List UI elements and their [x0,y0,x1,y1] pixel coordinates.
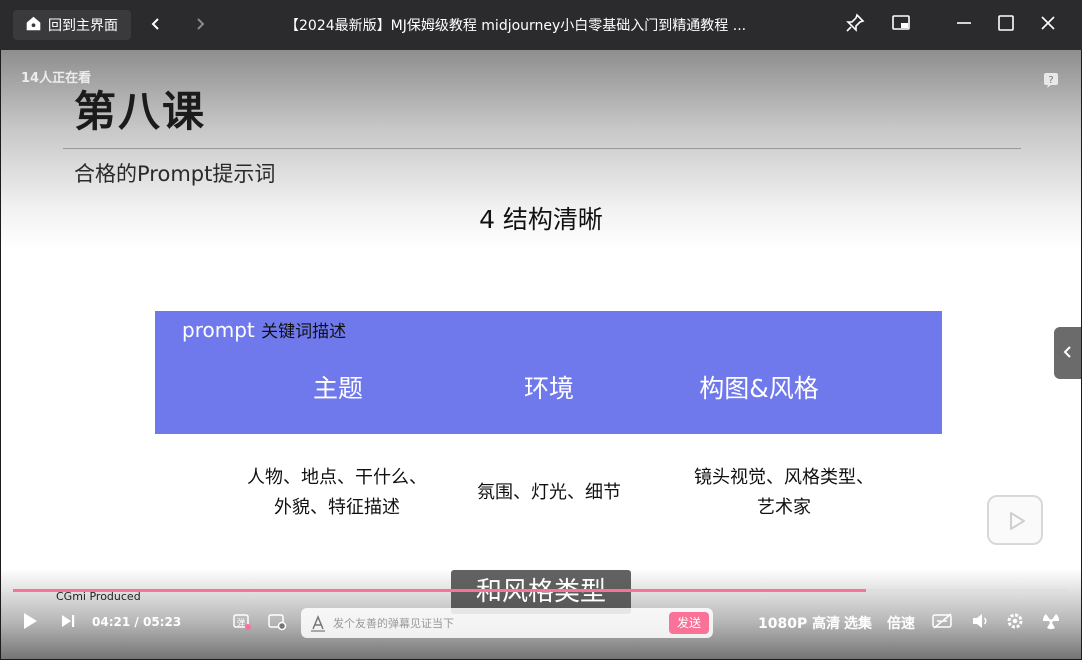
box-label-prefix: prompt [182,318,255,342]
home-button[interactable]: 回到主界面 [13,10,131,40]
category-composition-style: 构图&风格 [699,374,819,403]
danmaku-settings-icon [267,611,287,635]
help-icon[interactable]: ? [1043,72,1059,88]
current-time: 04:21 [92,615,131,629]
text-style-icon[interactable] [309,614,327,632]
chevron-left-icon [149,16,163,35]
total-time: 05:23 [142,615,182,629]
category-environment: 环境 [523,374,574,403]
home-icon [25,15,42,36]
danmaku-toggle-button[interactable]: 弹 [232,610,252,636]
play-button[interactable] [20,610,40,636]
title-bar: 回到主界面 【2024最新版】MJ保姆级教程 midjourney小白零基础入门… [0,0,1082,50]
video-player[interactable]: 14人正在看 ? 第八课 合格的Prompt提示词 4 结构清晰 prompt … [1,50,1081,659]
svg-text:?: ? [1048,75,1053,86]
svg-text:弹: 弹 [237,617,245,627]
danmaku-icon: 弹 [232,611,252,635]
play-icon [20,611,40,635]
skip-next-icon [58,611,78,635]
quality-button[interactable]: 1080P 高清 [758,613,840,633]
category-subject: 主题 [312,374,363,403]
volume-button[interactable] [970,610,990,636]
gear-icon [1005,611,1025,635]
close-icon [1038,13,1058,37]
style-description: 镜头视觉、风格类型、 艺术家 [664,463,904,523]
pin-button[interactable] [841,11,869,39]
box-label: prompt 关键词描述 [182,317,346,342]
style-description-line1: 镜头视觉、风格类型、 [694,467,874,488]
environment-description: 氛围、灯光、细节 [477,482,621,503]
mini-player-button[interactable] [887,11,915,39]
maximize-icon [996,13,1016,37]
subtitle-toggle-button[interactable] [931,610,955,636]
minimize-icon [954,13,974,37]
chevron-left-icon [1061,344,1075,363]
style-description-line2: 艺术家 [757,497,811,518]
picture-in-picture-icon [891,13,911,37]
danmaku-input-box: 发送 [301,608,713,638]
forward-button[interactable] [187,12,213,38]
home-button-label: 回到主界面 [48,18,118,34]
maximize-button[interactable] [992,11,1020,39]
lesson-title: 第八课 [74,87,207,136]
danmaku-settings-button[interactable] [267,610,287,636]
playback-time: 04:21 / 05:23 [92,615,181,629]
window-title: 【2024最新版】MJ保姆级教程 midjourney小白零基础入门到精通教程 … [285,18,747,34]
progress-bar-fill [13,589,867,592]
close-button[interactable] [1034,11,1062,39]
subtitles-off-icon [931,611,955,635]
pin-icon [845,13,865,37]
fullscreen-icon [1041,611,1061,635]
progress-bar[interactable] [13,589,1069,592]
subject-description-line1: 人物、地点、干什么、 [247,467,427,488]
fullscreen-button[interactable] [1041,610,1061,636]
play-overlay-button[interactable] [987,495,1043,545]
next-button[interactable] [58,610,78,636]
chevron-right-icon [193,16,207,35]
time-separator: / [134,615,139,629]
settings-button[interactable] [1005,610,1025,636]
speed-button[interactable]: 倍速 [887,613,915,633]
volume-icon [970,611,990,635]
minimize-button[interactable] [950,11,978,39]
subject-description-line2: 外貌、特征描述 [274,497,400,518]
title-divider [63,148,1021,149]
slide-subtitle: 合格的Prompt提示词 [74,162,276,186]
subject-description: 人物、地点、干什么、 外貌、特征描述 [217,463,457,523]
episodes-button[interactable]: 选集 [844,613,872,633]
prompt-structure-box: prompt 关键词描述 主题 环境 构图&风格 [155,311,942,434]
box-label-keyword: 关键词描述 [261,322,347,342]
back-button[interactable] [143,12,169,38]
side-panel-toggle[interactable] [1054,327,1081,379]
section-heading: 4 结构清晰 [479,205,603,234]
send-button[interactable]: 发送 [669,612,709,634]
danmaku-input[interactable] [333,613,663,633]
